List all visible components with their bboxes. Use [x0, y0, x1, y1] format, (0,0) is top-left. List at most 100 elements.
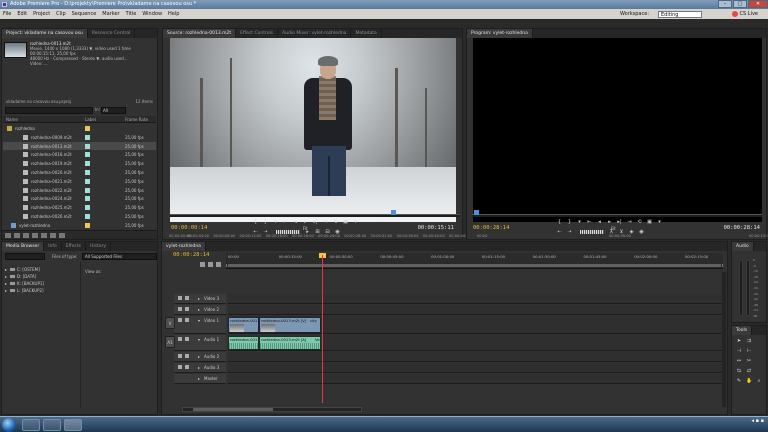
step-back-icon[interactable]: ◂ — [292, 219, 299, 225]
menu-project[interactable]: Project — [33, 11, 50, 17]
menu-edit[interactable]: Edit — [17, 11, 27, 17]
label-swatch[interactable] — [85, 134, 90, 140]
label-swatch[interactable] — [85, 205, 90, 211]
menu-sequence[interactable]: Sequence — [72, 11, 97, 17]
close-button[interactable]: ✕ — [748, 0, 768, 8]
location-dropdown[interactable] — [5, 253, 45, 260]
track-select-tool-icon[interactable]: ⇉ — [746, 338, 752, 344]
timeline-zoom-scrollbar[interactable] — [182, 407, 362, 412]
razor-tool-icon[interactable]: ✂ — [746, 358, 752, 364]
hand-tool-icon[interactable]: ✋ — [746, 378, 752, 384]
track-area[interactable] — [228, 352, 724, 362]
speaker-icon[interactable] — [178, 354, 182, 358]
automate-to-sequence-icon[interactable] — [23, 232, 29, 238]
rate-stretch-tool-icon[interactable]: ↔ — [736, 358, 742, 364]
tab-sequence[interactable]: vylet-rozhledna — [162, 242, 206, 251]
lock-icon[interactable] — [185, 296, 189, 300]
list-view-icon[interactable] — [5, 232, 11, 238]
lock-icon[interactable] — [185, 337, 189, 341]
clip-row[interactable]: rozhledna-0009.m2t 25,00 fps — [3, 133, 156, 142]
drive-item[interactable]: ▸ L: [BACKUP2] — [5, 288, 44, 293]
tab-effects[interactable]: Effects — [62, 242, 87, 251]
menu-window[interactable]: Window — [142, 11, 162, 17]
track-area[interactable] — [228, 305, 724, 315]
column-name[interactable]: Name — [6, 117, 18, 122]
play-in-to-out-icon[interactable]: ▸ — [304, 229, 311, 235]
program-next-edit-icon[interactable]: ⇢ — [566, 229, 573, 235]
program-loop-icon[interactable]: ⟲ — [636, 219, 643, 225]
clip-row[interactable]: rozhledna-0020.m2t 25,00 fps — [3, 168, 156, 177]
clip-row[interactable]: rozhledna-0026.m2t 25,00 fps — [3, 212, 156, 221]
program-playhead-marker[interactable] — [474, 210, 479, 215]
track-area[interactable] — [228, 294, 724, 304]
tab-info[interactable]: Info — [44, 242, 62, 251]
drive-item[interactable]: ▸ K: [BACKUP1] — [5, 281, 44, 286]
clip-row[interactable]: rozhledna-0024.m2t 25,00 fps — [3, 194, 156, 203]
timeline-vertical-scrollbar[interactable] — [722, 272, 726, 407]
track-area[interactable]: rozhledna-0013 rozhledna-0013.m2t [V] cit… — [228, 316, 724, 334]
program-play-icon[interactable]: ▸ — [606, 219, 613, 225]
drive-item[interactable]: ▸ D: [DATA] — [5, 274, 36, 279]
tab-source[interactable]: Source: rozhledna-0013.m2t — [163, 29, 237, 38]
clip-row[interactable]: rozhledna-0022.m2t 25,00 fps — [3, 186, 156, 195]
eye-icon[interactable] — [178, 296, 182, 300]
timeline-timecode[interactable]: 00:00:28:14 — [173, 252, 209, 258]
program-safe-margins-icon[interactable]: ▣ — [646, 219, 653, 225]
add-marker-icon[interactable] — [208, 262, 213, 267]
label-swatch[interactable] — [85, 222, 90, 228]
clip-row[interactable]: rozhledna-0016.m2t 25,00 fps — [3, 150, 156, 159]
label-swatch[interactable] — [85, 143, 90, 149]
taskbar-app-premiere[interactable] — [64, 419, 82, 431]
program-scrub-bar[interactable] — [472, 214, 762, 217]
source-playhead-marker[interactable] — [391, 210, 396, 215]
project-search-input[interactable] — [5, 107, 93, 114]
source-track-indicator-video[interactable]: V — [165, 317, 175, 329]
menu-title[interactable]: Title — [126, 11, 137, 17]
insert-icon[interactable]: ⊞ — [314, 229, 321, 235]
menu-clip[interactable]: Clip — [56, 11, 65, 17]
source-scrub-bar[interactable] — [170, 214, 460, 217]
icon-view-icon[interactable] — [14, 232, 20, 238]
lock-icon[interactable] — [185, 318, 189, 322]
tab-audio-meters[interactable]: Audio — [732, 242, 754, 251]
loop-icon[interactable]: ⟲ — [332, 219, 339, 225]
zoom-tool-icon[interactable]: ⌕ — [756, 378, 762, 384]
label-swatch[interactable] — [85, 126, 90, 131]
source-jog-wheel[interactable] — [276, 230, 300, 234]
slide-tool-icon[interactable]: ⇄ — [746, 368, 752, 374]
program-output-icon[interactable]: ▾ — [656, 219, 663, 225]
tab-media-browser[interactable]: Media Browser — [2, 242, 45, 251]
set-in-icon[interactable]: { — [252, 219, 259, 225]
new-bin-icon[interactable] — [41, 232, 47, 238]
new-item-icon[interactable] — [50, 232, 56, 238]
output-icon[interactable]: ▾ — [352, 219, 359, 225]
system-tray[interactable]: ◂ ▪ ▪ — [752, 418, 764, 424]
tab-project[interactable]: Project: vkladame na casovou osu — [2, 29, 88, 38]
speaker-icon[interactable] — [178, 365, 182, 369]
audio-clip[interactable]: rozhledna-0013.m2t [A] Vol — [259, 336, 321, 350]
find-icon[interactable] — [32, 232, 38, 238]
eye-icon[interactable] — [178, 318, 182, 322]
rolling-edit-tool-icon[interactable]: ⊢ — [746, 348, 752, 354]
speaker-icon[interactable] — [178, 337, 182, 341]
label-swatch[interactable] — [85, 169, 90, 175]
program-step-back-icon[interactable]: ◂ — [596, 219, 603, 225]
label-swatch[interactable] — [85, 213, 90, 219]
clip-thumbnail[interactable] — [4, 42, 27, 58]
safe-margins-icon[interactable]: ▣ — [342, 219, 349, 225]
label-swatch[interactable] — [85, 161, 90, 167]
pen-tool-icon[interactable]: ✎ — [736, 378, 742, 384]
go-to-out-icon[interactable]: ⇥ — [322, 219, 329, 225]
set-marker-icon[interactable]: ▾ — [272, 219, 279, 225]
export-frame-icon[interactable]: ◉ — [334, 229, 341, 235]
overlay-icon[interactable]: ⊟ — [324, 229, 331, 235]
track-area[interactable]: rozhledna-0013 rozhledna-0013.m2t [A] Vol — [228, 335, 724, 351]
keyframe-icon[interactable] — [216, 262, 221, 267]
set-out-icon[interactable]: } — [262, 219, 269, 225]
workspace-dropdown[interactable]: Editing — [658, 10, 702, 18]
menu-file[interactable]: File — [3, 11, 11, 17]
pane-splitter[interactable] — [80, 262, 81, 408]
track-area[interactable] — [228, 374, 724, 384]
program-export-frame-icon[interactable]: ◉ — [638, 229, 645, 235]
clear-icon[interactable] — [59, 232, 65, 238]
